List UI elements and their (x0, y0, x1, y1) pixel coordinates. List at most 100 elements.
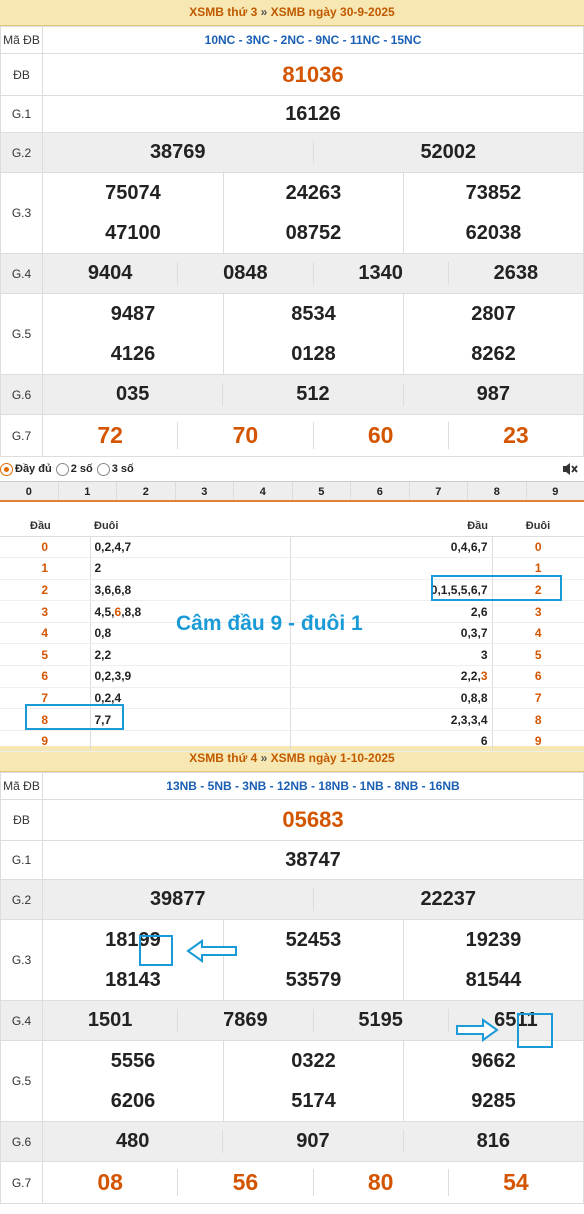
header-link-weekday[interactable]: XSMB thứ 4 (189, 751, 257, 765)
arrow-right-icon (456, 1018, 499, 1042)
digit-filter-bar: 0 1 2 3 4 5 6 7 8 9 (0, 481, 584, 502)
duoi-values: 2 (90, 557, 291, 580)
rev-digit: 0 (492, 536, 584, 559)
col-dau-rev: Đầu (290, 517, 492, 537)
dau-digit: 4 (0, 622, 91, 645)
duoi-values: 3,6,6,8 (90, 579, 291, 602)
results-header-day1: XSMB thứ 3 » XSMB ngày 30-9-2025 (0, 0, 584, 26)
rev-digit: 6 (492, 665, 584, 688)
prize-label-g2: G.2 (0, 879, 43, 920)
prize-g5-number: 5556 (110, 1049, 156, 1072)
rev-digit: 7 (492, 687, 584, 710)
radio-full[interactable] (0, 462, 13, 476)
prize-g3-number: 75074 (105, 181, 161, 204)
digit-filter-9[interactable]: 9 (525, 482, 584, 500)
header-link-date[interactable]: XSMB ngày 1-10-2025 (271, 751, 395, 765)
prize-g6-number: 480 (115, 1130, 150, 1152)
digit-filter-4[interactable]: 4 (233, 482, 292, 500)
prize-g3-number: 81544 (402, 960, 583, 1000)
radio-three-digit[interactable] (96, 462, 110, 476)
header-link-weekday[interactable]: XSMB thứ 3 (189, 5, 257, 19)
prize-g5-number: 0322 (222, 1041, 403, 1081)
prize-g1-number: 38747 (42, 840, 584, 880)
duoi-part: ,8,8 (121, 604, 142, 619)
option-two-digit[interactable]: 2 số (55, 462, 93, 476)
rev-digit: 3 (492, 600, 584, 623)
prize-g4-number: 7869 (177, 1009, 312, 1032)
radio-two-digit[interactable] (55, 462, 69, 476)
prize-g3-number: 08752 (222, 213, 403, 253)
prize-label-g6: G.6 (0, 374, 43, 415)
prize-g3-number: 24263 (222, 173, 403, 213)
prize-g3-number: 18143 (105, 968, 161, 991)
rev-values: 2,3,3,4 (290, 708, 493, 731)
duoi-values: 0,2,3,9 (90, 665, 291, 688)
digit-filter-3[interactable]: 3 (174, 482, 234, 500)
rev-part: 2,2, (460, 669, 481, 684)
prize-g5-number: 8262 (402, 334, 583, 374)
ma-db-codes: 13NB - 5NB - 3NB - 12NB - 18NB - 1NB - 8… (42, 772, 584, 800)
ma-db-label: Mã ĐB (0, 26, 43, 54)
prize-g5-number: 9662 (402, 1041, 583, 1081)
prize-g7-number: 54 (447, 1169, 583, 1196)
prize-g4-number: 9404 (87, 262, 133, 284)
ma-db-label: Mã ĐB (0, 772, 43, 800)
digit-filter-1[interactable]: 1 (57, 482, 117, 500)
prize-g7-number: 70 (177, 422, 312, 449)
highlight-box-g3-tail (139, 935, 173, 966)
prize-label-g2: G.2 (0, 132, 43, 173)
digit-filter-5[interactable]: 5 (291, 482, 351, 500)
rev-values: 2,2,3 (290, 665, 493, 688)
option-three-digit[interactable]: 3 số (96, 462, 134, 476)
prize-g5-number: 9285 (402, 1081, 583, 1121)
prize-label-g7: G.7 (0, 1161, 43, 1204)
digit-filter-2[interactable]: 2 (116, 482, 175, 500)
digit-filter-0[interactable]: 0 (0, 482, 58, 500)
duoi-values (90, 730, 291, 753)
option-full-label: Đầy đủ (15, 463, 52, 475)
digit-filter-8[interactable]: 8 (467, 482, 526, 500)
header-link-date[interactable]: XSMB ngày 30-9-2025 (271, 5, 395, 19)
digit-filter-6[interactable]: 6 (350, 482, 409, 500)
header-separator: » (260, 751, 268, 765)
rev-values: 0,4,6,7 (290, 536, 493, 559)
prize-g3-number: 62038 (402, 213, 583, 253)
prize-special-number: 81036 (42, 53, 584, 96)
prize-label-g1: G.1 (0, 840, 43, 880)
duoi-values: 2,2 (90, 643, 291, 667)
col-duoi: Đuôi (90, 517, 290, 537)
option-three-label: 3 số (111, 463, 134, 475)
col-dau: Đầu (0, 517, 90, 537)
option-full[interactable]: Đầy đủ (0, 462, 52, 476)
prize-g4-number: 1501 (87, 1009, 133, 1031)
prize-label-g1: G.1 (0, 95, 43, 133)
prize-g5-number: 9487 (110, 302, 156, 325)
prize-g4-number: 1340 (312, 262, 448, 285)
prize-label-g7: G.7 (0, 414, 43, 457)
prize-g3-number: 53579 (222, 960, 403, 1000)
speaker-mute-icon[interactable] (562, 461, 578, 477)
dau-digit: 0 (0, 536, 91, 559)
prize-g5-number: 5174 (222, 1081, 403, 1121)
prize-g5-number: 0128 (222, 334, 403, 374)
digit-filter-7[interactable]: 7 (408, 482, 468, 500)
prize-g2-number: 39877 (149, 888, 206, 910)
prize-label-g5: G.5 (0, 1040, 43, 1122)
table-row: 9 6 9 (0, 730, 584, 753)
prize-g4-number: 2638 (447, 262, 583, 285)
option-two-label: 2 số (70, 463, 93, 475)
prize-g3-number: 19239 (402, 920, 583, 960)
duoi-part: 4,5, (94, 604, 115, 619)
prize-label-db: ĐB (0, 799, 43, 841)
prize-g5-number: 8534 (222, 294, 403, 334)
prize-g6-number: 035 (115, 383, 150, 405)
prize-g7-number: 80 (312, 1169, 448, 1196)
dau-digit: 6 (0, 665, 91, 688)
rev-digit: 8 (492, 708, 584, 731)
header-separator: » (260, 5, 268, 19)
prize-label-g6: G.6 (0, 1121, 43, 1162)
prize-g6-number: 987 (402, 383, 583, 406)
prize-g2-number: 38769 (149, 141, 206, 163)
prize-label-g4: G.4 (0, 253, 43, 294)
prize-label-g4: G.4 (0, 1000, 43, 1041)
